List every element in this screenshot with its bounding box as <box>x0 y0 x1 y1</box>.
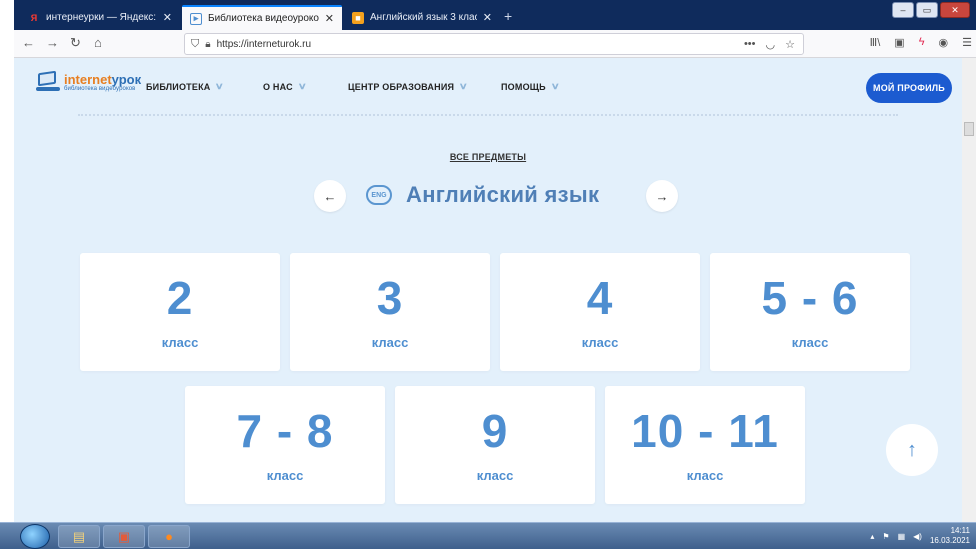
prev-subject-button[interactable]: ← <box>314 180 346 212</box>
site-header: internetурок библиотека видеоуроков БИБЛ… <box>14 58 962 114</box>
tray-arrow-icon[interactable]: ▴ <box>870 532 874 541</box>
extension-icon[interactable]: ϟ <box>919 36 925 49</box>
start-button-icon[interactable] <box>20 524 50 549</box>
tab-yandex-search[interactable]: Я интернеурки — Яндекс: нашл ✕ <box>20 5 180 30</box>
window-controls: – ▭ ✕ <box>892 2 970 18</box>
chevron-down-icon: ∨ <box>550 81 560 91</box>
scrollbar-thumb[interactable] <box>964 122 974 136</box>
pocket-icon[interactable]: ◡ <box>766 38 776 51</box>
all-subjects-link[interactable]: ВСЕ ПРЕДМЕТЫ <box>450 152 526 162</box>
media-app-icon[interactable]: ▣ <box>103 525 145 548</box>
page-actions-icon[interactable]: ••• <box>744 38 756 51</box>
clock[interactable]: 14:11 16.03.2021 <box>930 526 970 546</box>
subject-title: Английский язык <box>406 182 600 207</box>
flag-icon[interactable]: ⚑ <box>882 532 889 541</box>
shield-icon[interactable]: ⛉ <box>191 38 199 51</box>
library-icon[interactable]: Ⅲ\ <box>870 36 881 49</box>
bookmark-star-icon[interactable]: ☆ <box>785 38 795 51</box>
window-close-icon[interactable]: ✕ <box>940 2 970 18</box>
menu-education-center[interactable]: ЦЕНТР ОБРАЗОВАНИЯ ∨ <box>348 81 469 92</box>
maximize-icon[interactable]: ▭ <box>916 2 938 18</box>
volume-icon[interactable]: ◀) <box>913 532 922 541</box>
chevron-down-icon: ∨ <box>215 81 225 91</box>
browser-toolbar-right: Ⅲ\ ▣ ϟ ◉ ☰ <box>870 36 972 49</box>
menu-help[interactable]: ПОМОЩЬ ∨ <box>501 81 560 92</box>
site-logo[interactable]: internetурок библиотека видеоуроков <box>36 70 141 94</box>
grade-card-10-11[interactable]: 10 - 11 класс <box>605 386 805 504</box>
account-icon[interactable]: ◉ <box>939 36 949 49</box>
close-tab-icon[interactable]: ✕ <box>163 11 172 24</box>
system-tray: ▴ ⚑ ▦ ◀) 14:11 16.03.2021 <box>870 526 970 546</box>
home-icon[interactable]: ⌂ <box>94 35 102 50</box>
page-scrollbar[interactable] <box>962 58 976 522</box>
subject-switcher: ← ENG Английский язык → <box>14 176 962 216</box>
url-text: https://interneturok.ru <box>216 38 312 50</box>
explorer-icon[interactable]: ▤ <box>58 525 100 548</box>
sidebar-icon[interactable]: ▣ <box>894 36 904 49</box>
forward-icon[interactable]: → <box>46 35 59 50</box>
laptop-logo-icon <box>36 70 60 94</box>
grade-card-4[interactable]: 4 класс <box>500 253 700 371</box>
grade-card-9[interactable]: 9 класс <box>395 386 595 504</box>
next-subject-button[interactable]: → <box>646 180 678 212</box>
grade-card-2[interactable]: 2 класс <box>80 253 280 371</box>
address-bar[interactable]: ⛉ 🔒︎ https://interneturok.ru ••• ◡ ☆ <box>184 33 804 55</box>
tab-video-library[interactable]: ▸ Библиотека видеоуроков по ш ✕ <box>182 5 342 30</box>
firefox-icon[interactable]: ● <box>148 525 190 548</box>
yandex-icon: Я <box>30 12 38 23</box>
menu-library[interactable]: БИБЛИОТЕКА ∨ <box>146 81 225 92</box>
video-icon: ▸ <box>190 12 202 25</box>
tab-english-grade3[interactable]: ■ Английский язык 3 класс ✕ <box>344 5 500 30</box>
back-icon[interactable]: ← <box>22 35 35 50</box>
page-icon: ■ <box>352 11 364 24</box>
browser-tab-bar: Я интернеурки — Яндекс: нашл ✕ ▸ Библиот… <box>14 0 976 30</box>
new-tab-icon[interactable]: + <box>504 8 512 24</box>
speech-bubble-icon: ENG <box>366 185 392 205</box>
browser-nav-bar: ← → ↻ ⌂ ⛉ 🔒︎ https://interneturok.ru •••… <box>14 30 976 58</box>
chevron-down-icon: ∨ <box>297 81 307 91</box>
my-profile-button[interactable]: МОЙ ПРОФИЛЬ <box>866 73 952 103</box>
windows-taskbar: ▤ ▣ ● ▴ ⚑ ▦ ◀) 14:11 16.03.2021 <box>0 522 976 549</box>
lock-icon[interactable]: 🔒︎ <box>205 39 210 50</box>
header-divider <box>78 114 898 116</box>
network-icon[interactable]: ▦ <box>898 532 906 541</box>
minimize-icon[interactable]: – <box>892 2 914 18</box>
left-blank-area <box>0 0 14 549</box>
menu-about[interactable]: О НАС ∨ <box>263 81 307 92</box>
menu-icon[interactable]: ☰ <box>962 36 972 49</box>
grade-card-3[interactable]: 3 класс <box>290 253 490 371</box>
chevron-down-icon: ∨ <box>458 81 469 91</box>
close-tab-icon[interactable]: ✕ <box>325 12 334 25</box>
reload-icon[interactable]: ↻ <box>70 35 81 51</box>
grade-card-7-8[interactable]: 7 - 8 класс <box>185 386 385 504</box>
grade-card-5-6[interactable]: 5 - 6 класс <box>710 253 910 371</box>
scroll-to-top-button[interactable]: ↑ <box>886 424 938 476</box>
page-viewport: internetурок библиотека видеоуроков БИБЛ… <box>14 58 962 522</box>
close-tab-icon[interactable]: ✕ <box>483 11 492 24</box>
